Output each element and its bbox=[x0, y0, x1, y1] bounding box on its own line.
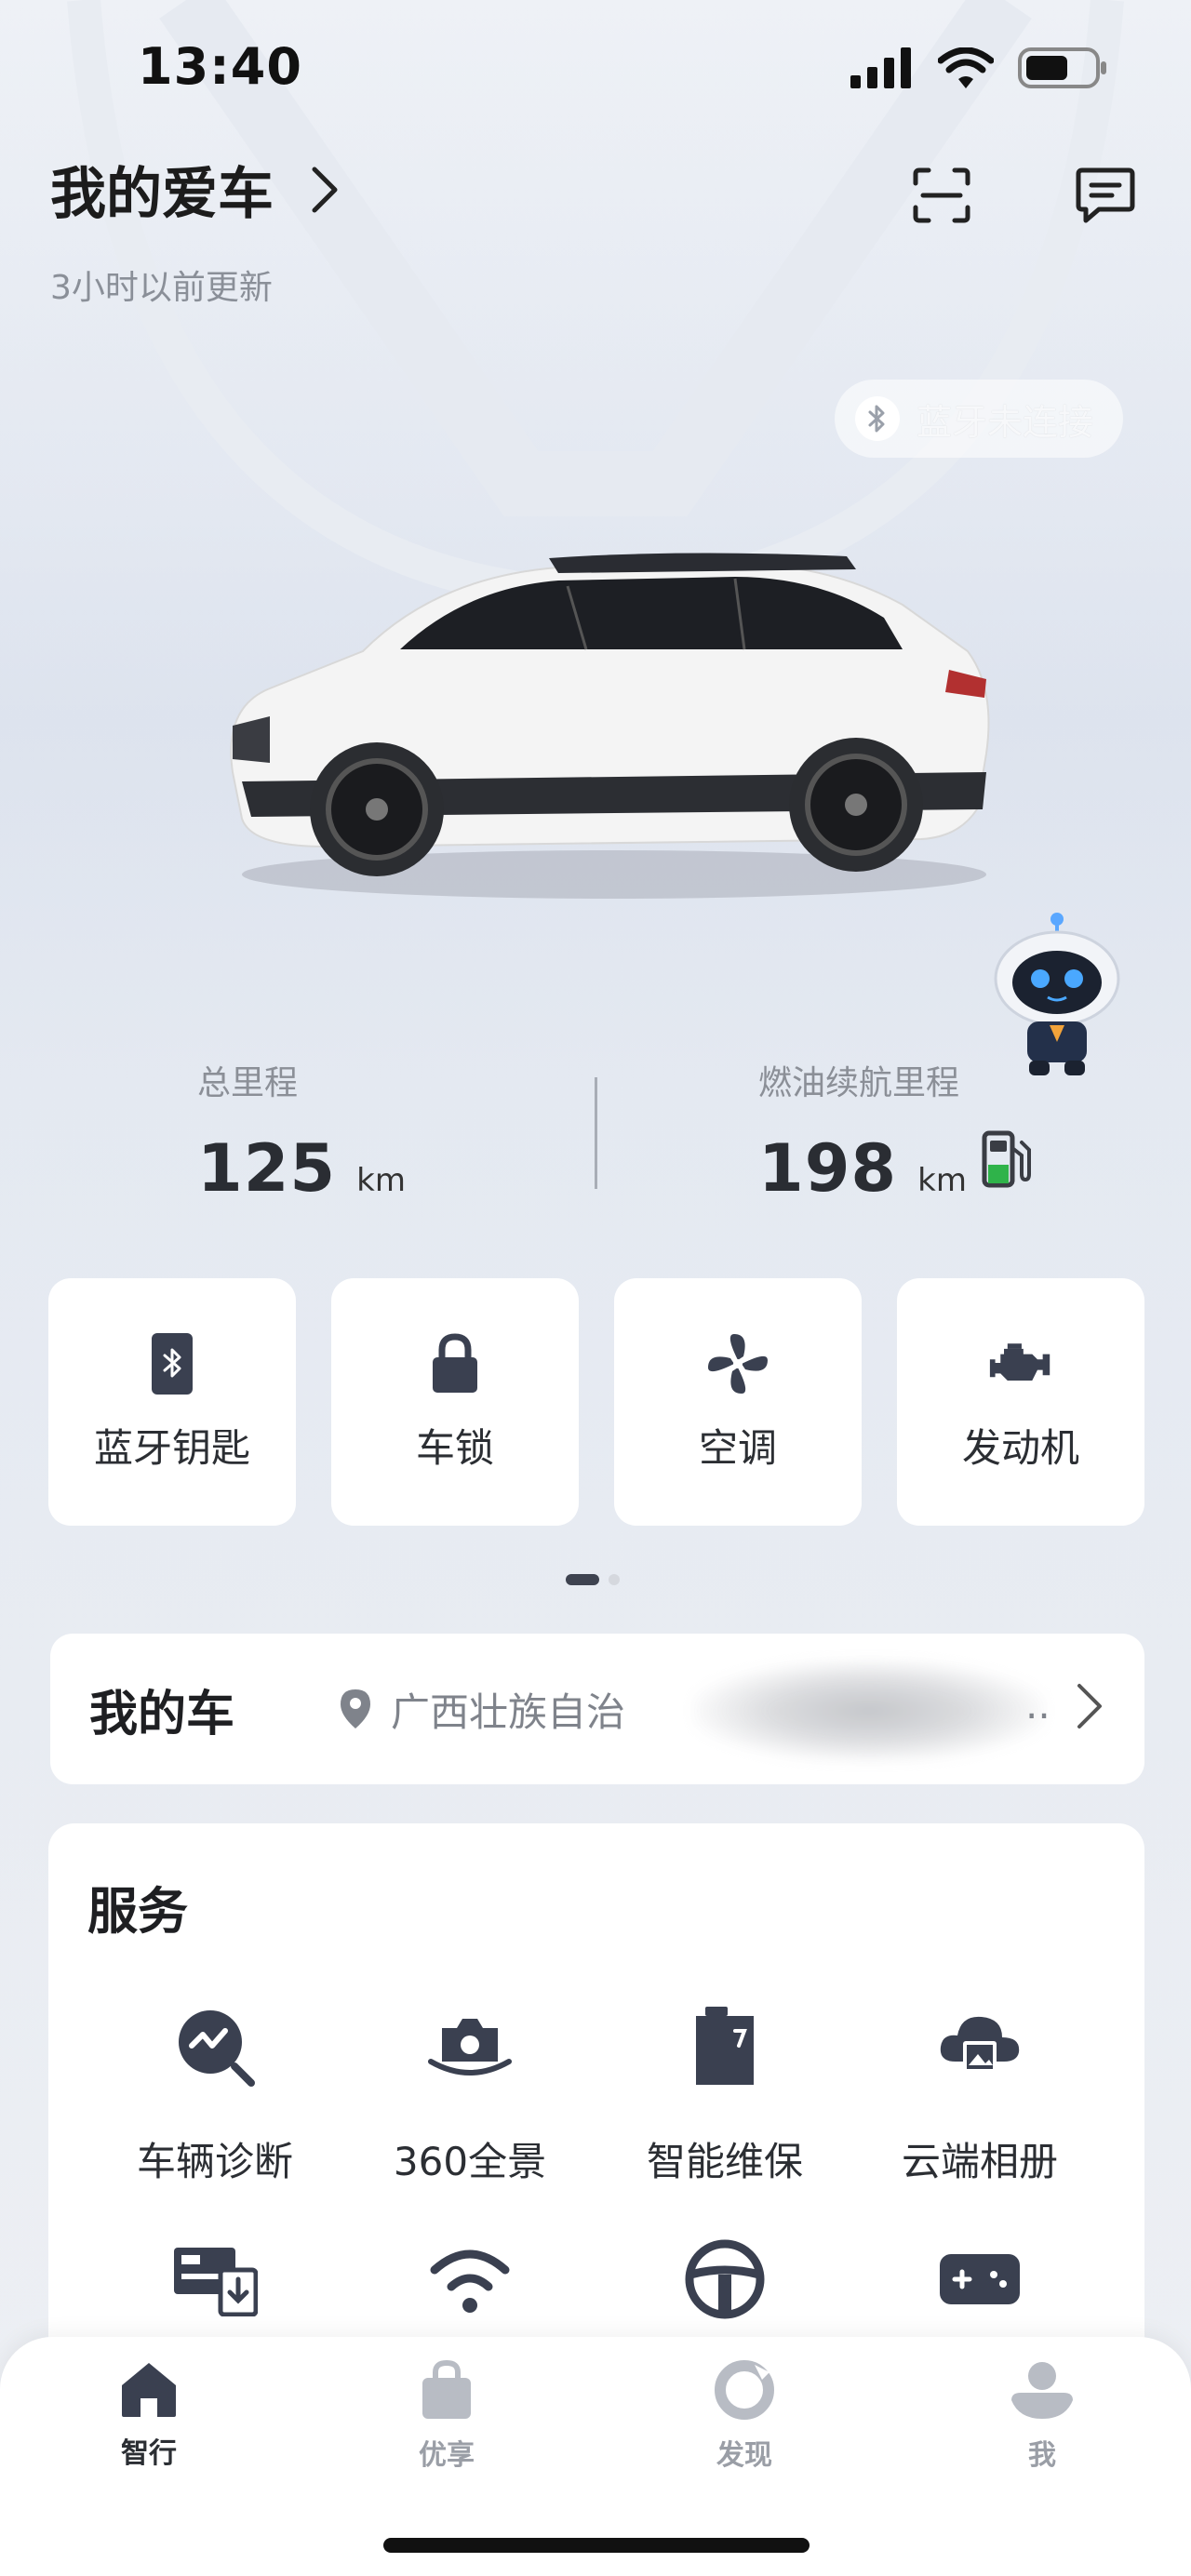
dashcam-download-icon bbox=[168, 2233, 261, 2326]
fan-icon bbox=[705, 1331, 770, 1396]
control-bluetooth-key[interactable]: 蓝牙钥匙 bbox=[48, 1278, 296, 1526]
control-air-conditioning[interactable]: 空调 bbox=[614, 1278, 862, 1526]
control-label: 发动机 bbox=[961, 1424, 1079, 1471]
control-label: 蓝牙钥匙 bbox=[93, 1424, 250, 1471]
control-label: 空调 bbox=[698, 1424, 777, 1471]
my-car-title: 我的车 bbox=[89, 1686, 235, 1742]
car-image bbox=[230, 553, 990, 899]
status-bar: 13:40 bbox=[0, 0, 1191, 140]
engine-icon bbox=[988, 1331, 1053, 1396]
redacted-address-blur bbox=[692, 1660, 1046, 1762]
cellular-signal-icon bbox=[850, 47, 911, 88]
fuel-pump-icon bbox=[982, 1130, 1031, 1188]
status-icons bbox=[850, 47, 1107, 89]
address-ellipsis: .. bbox=[1025, 1682, 1050, 1728]
fuel-range-value: 198 bbox=[758, 1130, 898, 1207]
tab-smart-travel[interactable]: 智行 bbox=[65, 2359, 233, 2471]
chevron-right-icon bbox=[312, 167, 338, 212]
tab-label: 发现 bbox=[716, 2439, 772, 2472]
battery-icon bbox=[1018, 47, 1106, 88]
diagnosis-icon bbox=[168, 2000, 261, 2093]
control-lock[interactable]: 车锁 bbox=[331, 1278, 579, 1526]
fuel-range-label: 燃油续航里程 bbox=[758, 1064, 960, 1102]
chevron-right-icon bbox=[1077, 1684, 1102, 1728]
control-engine[interactable]: 发动机 bbox=[897, 1278, 1144, 1526]
tab-discover[interactable]: 发现 bbox=[661, 2359, 828, 2473]
wifi-status-icon bbox=[938, 47, 994, 88]
updated-time: 3小时以前更新 bbox=[50, 269, 273, 307]
fuel-range-unit: km bbox=[917, 1162, 967, 1199]
lock-icon bbox=[422, 1331, 488, 1396]
bluetooth-badge bbox=[855, 396, 900, 441]
quick-controls: 蓝牙钥匙 车锁 空调 发动机 bbox=[48, 1278, 1144, 1526]
service-label: 云端相册 bbox=[901, 2139, 1058, 2184]
tab-label: 智行 bbox=[121, 2437, 177, 2470]
discover-icon bbox=[715, 2360, 774, 2420]
tab-label: 优享 bbox=[419, 2439, 475, 2472]
bluetooth-key-icon bbox=[140, 1331, 205, 1396]
car-location-address: 广西壮族自治 bbox=[391, 1688, 626, 1735]
wifi-icon bbox=[423, 2233, 516, 2326]
total-mileage: 总里程 125 km bbox=[197, 1056, 406, 1207]
location-pin-icon bbox=[341, 1689, 370, 1728]
total-mileage-unit: km bbox=[356, 1162, 406, 1199]
cloud-album-icon bbox=[933, 2000, 1026, 2093]
bluetooth-status-text: 蓝牙未连接 bbox=[917, 401, 1094, 443]
gamepad-icon bbox=[933, 2233, 1026, 2326]
page-dot bbox=[609, 1574, 620, 1585]
home-icon bbox=[122, 2363, 176, 2417]
shopping-bag-icon bbox=[422, 2359, 471, 2419]
page-indicator bbox=[566, 1574, 620, 1585]
stats-divider bbox=[595, 1077, 597, 1189]
service-label: 360全景 bbox=[393, 2139, 547, 2184]
service-360-panorama[interactable]: 360全景 bbox=[342, 2000, 597, 2187]
car-location: 广西壮族自治 bbox=[339, 1634, 625, 1784]
message-icon bbox=[1076, 167, 1135, 223]
tab-label: 我 bbox=[1028, 2439, 1056, 2472]
maintenance-icon bbox=[678, 2000, 771, 2093]
car-selector[interactable]: 我的爱车 bbox=[50, 149, 339, 230]
header: 我的爱车 bbox=[50, 149, 339, 230]
panorama-camera-icon bbox=[423, 2000, 516, 2093]
fuel-range: 燃油续航里程 198 km bbox=[758, 1056, 967, 1207]
service-cloud-album[interactable]: 云端相册 bbox=[852, 2000, 1107, 2187]
scan-button[interactable] bbox=[904, 158, 979, 233]
total-mileage-value: 125 bbox=[197, 1130, 337, 1207]
robot-assistant-icon[interactable] bbox=[983, 912, 1131, 1079]
services-title: 服务 bbox=[87, 1882, 188, 1941]
tab-me[interactable]: 我 bbox=[958, 2359, 1126, 2473]
profile-icon bbox=[1011, 2362, 1073, 2419]
control-label: 车锁 bbox=[415, 1424, 494, 1471]
message-button[interactable] bbox=[1068, 158, 1143, 233]
page-dot-active bbox=[566, 1574, 599, 1585]
tab-enjoy[interactable]: 优享 bbox=[363, 2359, 530, 2473]
status-time: 13:40 bbox=[138, 37, 302, 96]
service-label: 智能维保 bbox=[646, 2139, 803, 2184]
scan-icon bbox=[913, 167, 970, 223]
service-vehicle-diagnosis[interactable]: 车辆诊断 bbox=[87, 2000, 342, 2187]
page-title: 我的爱车 bbox=[50, 162, 274, 227]
service-label: 车辆诊断 bbox=[136, 2139, 293, 2184]
bluetooth-icon bbox=[868, 405, 885, 433]
steering-wheel-icon bbox=[678, 2233, 771, 2326]
total-mileage-label: 总里程 bbox=[197, 1064, 299, 1102]
my-car-card[interactable]: 我的车 广西壮族自治 .. bbox=[50, 1634, 1144, 1784]
service-smart-maintenance[interactable]: 智能维保 bbox=[597, 2000, 852, 2187]
home-indicator bbox=[383, 2538, 810, 2553]
bluetooth-status-pill[interactable]: 蓝牙未连接 bbox=[835, 380, 1123, 458]
